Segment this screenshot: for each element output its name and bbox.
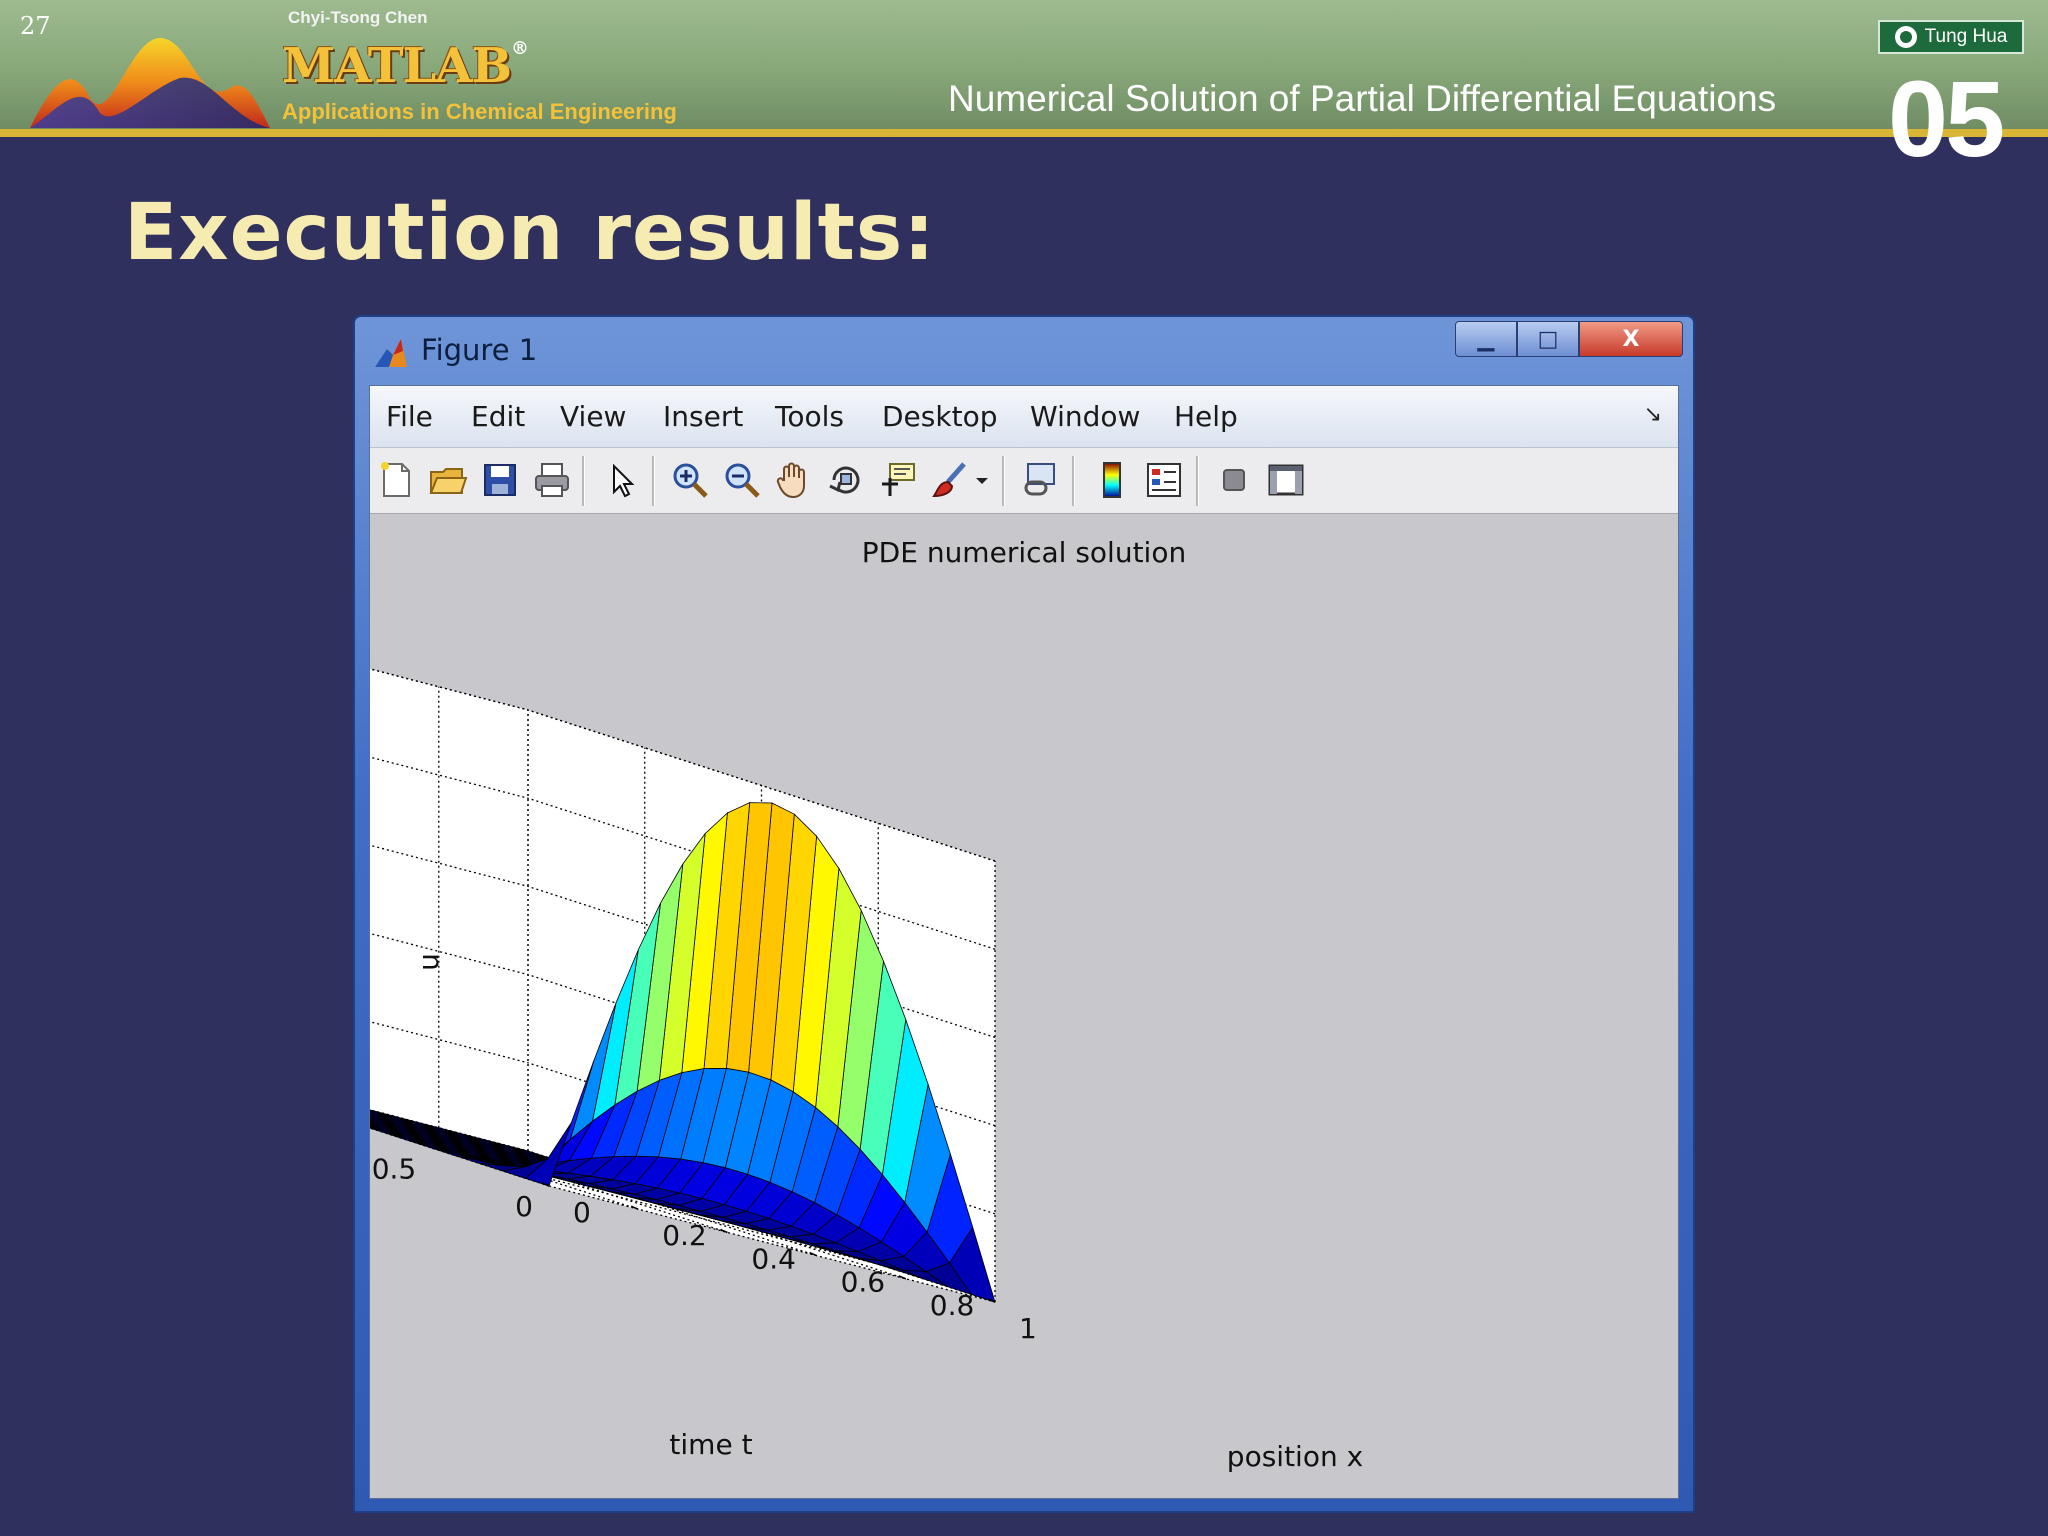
x-tick-label: 1 [1019,1312,1037,1345]
x-tick-label: 0.8 [930,1289,975,1322]
zoom-in-icon[interactable] [670,460,710,500]
x-tick-label: 0.2 [662,1219,707,1252]
open-file-icon[interactable] [428,460,468,500]
slide-heading: Execution results: [124,188,936,278]
zoom-out-icon[interactable] [722,460,762,500]
menu-file[interactable]: File [386,400,433,433]
legend-icon[interactable] [1144,460,1184,500]
logo-subtitle: Applications in Chemical Engineering [282,99,677,124]
menu-tools[interactable]: Tools [775,400,844,433]
menu-edit[interactable]: Edit [471,400,525,433]
figure-toolbar [370,448,1678,514]
pan-hand-icon[interactable] [774,460,814,500]
window-title: Figure 1 [421,333,538,367]
publisher-logo-icon [1894,26,1917,48]
toolbar-separator [1002,456,1005,506]
dock-arrow-icon[interactable]: ↘ [1644,402,1662,427]
chapter-title: Numerical Solution of Partial Differenti… [948,78,1777,119]
matlab-logo-text: MATLAB® [282,38,529,94]
t-axis-label: time t [669,1428,752,1461]
matlab-membrane-logo [30,38,270,128]
t-tick-label: 0.5 [372,1152,417,1185]
publisher-badge: Tung Hua [1878,20,2024,54]
toolbar-separator [582,456,585,506]
data-cursor-icon[interactable] [878,460,918,500]
toolbar-separator [1196,456,1199,506]
menu-insert[interactable]: Insert [663,400,743,433]
menu-bar: File Edit View Insert Tools Desktop Wind… [370,386,1678,448]
figure-window[interactable]: Figure 1 ▁ □ X File Edit View Insert Too… [353,315,1695,1513]
menu-view[interactable]: View [560,400,626,433]
menu-window[interactable]: Window [1030,400,1140,433]
minimize-button[interactable]: ▁ [1455,321,1517,357]
close-button[interactable]: X [1579,321,1683,357]
x-tick-label: 0.4 [751,1242,796,1275]
brush-icon[interactable] [930,460,970,500]
z-axis-label: u [412,953,445,971]
author-name: Chyi-Tsong Chen [288,8,428,27]
back-wall [370,668,528,1151]
window-titlebar[interactable]: Figure 1 ▁ □ X [355,317,1693,379]
edit-plot-arrow-icon[interactable] [602,460,642,500]
surface-plot[interactable]: 00.20.40.60.8100.511.5200.20.40.60.81pos… [370,514,1678,1498]
publisher-name: Tung Hua [1924,26,2008,47]
show-plot-tools-icon[interactable] [1266,460,1306,500]
x-axis-label: position x [1227,1440,1363,1473]
figure-client-area: File Edit View Insert Tools Desktop Wind… [369,385,1679,1499]
menu-desktop[interactable]: Desktop [882,400,997,433]
toolbar-separator [652,456,655,506]
banner-divider [0,129,2048,137]
toolbar-separator [1072,456,1075,506]
chapter-number: 05 [1888,58,2005,179]
t-tick-label: 0 [515,1190,533,1223]
new-figure-icon[interactable] [376,460,416,500]
colorbar-icon[interactable] [1092,460,1132,500]
plot-area[interactable]: PDE numerical solution 00.20.40.60.8100.… [370,514,1678,1498]
maximize-button[interactable]: □ [1517,321,1579,357]
print-icon[interactable] [532,460,572,500]
chevron-down-icon[interactable] [970,460,994,500]
rotate-3d-icon[interactable] [826,460,866,500]
matlab-app-icon [375,339,407,367]
x-tick-label: 0 [573,1196,591,1229]
menu-help[interactable]: Help [1174,400,1238,433]
x-tick-label: 0.6 [841,1266,886,1299]
hide-plot-tools-icon[interactable] [1214,460,1254,500]
link-plot-icon[interactable] [1020,460,1060,500]
save-icon[interactable] [480,460,520,500]
